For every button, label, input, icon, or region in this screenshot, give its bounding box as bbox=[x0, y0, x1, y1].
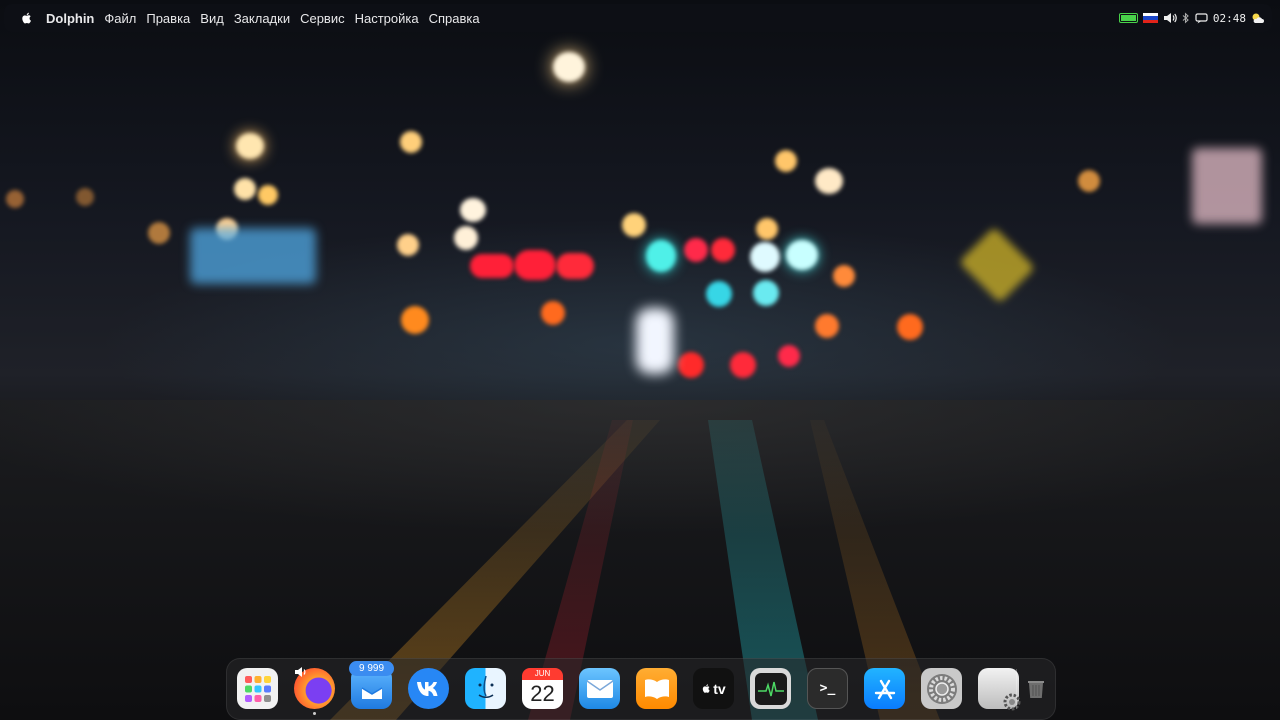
books-icon[interactable] bbox=[636, 668, 677, 709]
menu-bar: Dolphin Файл Правка Вид Закладки Сервис … bbox=[4, 4, 1272, 32]
system-tray: 02:48 bbox=[1118, 4, 1264, 32]
dock-separator bbox=[1016, 669, 1017, 709]
terminal-prompt: >_ bbox=[819, 681, 836, 696]
keyboard-layout-flag-icon[interactable] bbox=[1142, 13, 1158, 23]
menu-bookmarks[interactable]: Закладки bbox=[234, 11, 290, 26]
finder-icon[interactable] bbox=[465, 668, 506, 709]
unread-badge: 9 999 bbox=[349, 661, 394, 676]
volume-icon[interactable] bbox=[1163, 12, 1177, 24]
clock[interactable]: 02:48 bbox=[1213, 12, 1246, 25]
calendar-day: 22 bbox=[530, 680, 555, 706]
running-indicator bbox=[313, 712, 316, 715]
apple-tv-icon[interactable]: tv bbox=[693, 668, 734, 709]
menu-file[interactable]: Файл bbox=[104, 11, 136, 26]
menu-settings[interactable]: Настройка bbox=[355, 11, 419, 26]
mail-client-icon[interactable]: 9 999 bbox=[349, 661, 394, 709]
menu-app-name[interactable]: Dolphin bbox=[46, 11, 94, 26]
apple-logo-icon[interactable] bbox=[20, 11, 34, 25]
calendar-month: JUN bbox=[522, 668, 563, 680]
settings-manager-icon[interactable] bbox=[978, 668, 1021, 711]
playing-audio-icon bbox=[295, 667, 306, 677]
desktop-wallpaper bbox=[0, 0, 1280, 720]
app-store-icon[interactable] bbox=[864, 668, 905, 709]
notification-icon[interactable] bbox=[1195, 12, 1208, 24]
bluetooth-icon[interactable] bbox=[1182, 12, 1190, 24]
battery-icon[interactable] bbox=[1118, 13, 1138, 23]
dock: 9 999 JUN 22 tv >_ bbox=[226, 658, 1056, 720]
launchpad-icon[interactable] bbox=[237, 668, 278, 709]
menu-tools[interactable]: Сервис bbox=[300, 11, 345, 26]
menu-help[interactable]: Справка bbox=[429, 11, 480, 26]
apple-tv-label: tv bbox=[713, 680, 726, 697]
mail-icon[interactable] bbox=[579, 668, 620, 709]
trash-icon[interactable] bbox=[1027, 678, 1045, 700]
calendar-icon[interactable]: JUN 22 bbox=[522, 668, 563, 709]
menu-edit[interactable]: Правка bbox=[146, 11, 190, 26]
menu-view[interactable]: Вид bbox=[200, 11, 224, 26]
terminal-icon[interactable]: >_ bbox=[807, 668, 848, 709]
system-preferences-icon[interactable] bbox=[921, 668, 962, 709]
vk-icon[interactable] bbox=[408, 668, 449, 709]
activity-monitor-icon[interactable] bbox=[750, 668, 791, 709]
firefox-icon[interactable] bbox=[294, 667, 335, 715]
weather-icon[interactable] bbox=[1251, 12, 1264, 24]
